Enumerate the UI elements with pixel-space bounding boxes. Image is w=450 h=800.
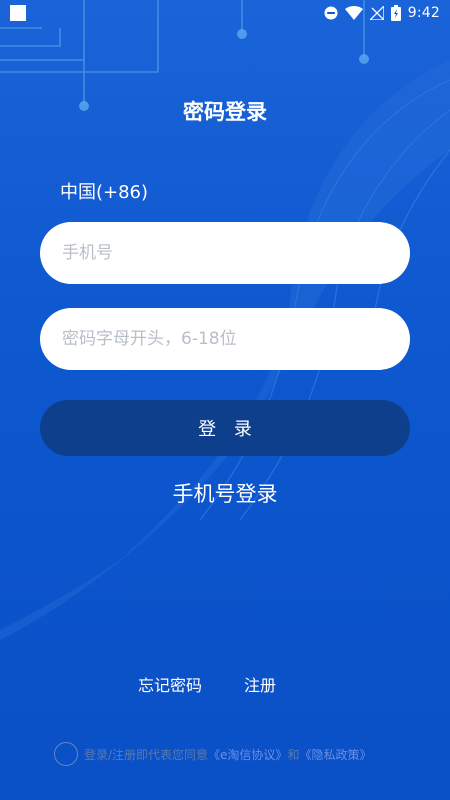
login-screen: 9:42 密码登录 中国(+86) 登 录 手机号登录 忘记密码 注册 登录/注… — [0, 0, 450, 800]
status-icons: 9:42 — [324, 3, 440, 23]
battery-icon — [390, 5, 401, 21]
country-code-selector[interactable]: 中国(+86) — [60, 178, 148, 204]
status-time: 9:42 — [407, 5, 440, 21]
agreement-prefix: 登录/注册即代表您同意 — [84, 747, 209, 762]
login-button[interactable]: 登 录 — [40, 400, 410, 456]
login-button-label: 登 录 — [198, 419, 258, 440]
bottom-links: 忘记密码 注册 — [0, 672, 450, 696]
agreement-conjunction: 和 — [287, 747, 300, 762]
agreement-checkbox[interactable] — [54, 742, 78, 766]
agreement-row: 登录/注册即代表您同意 《e淘信协议》 和 《隐私政策》 — [54, 740, 434, 768]
password-input[interactable] — [40, 308, 410, 370]
phone-login-link[interactable]: 手机号登录 — [0, 478, 450, 508]
phone-input[interactable] — [40, 222, 410, 284]
do-not-disturb-icon — [324, 6, 338, 20]
register-link[interactable]: 注册 — [244, 672, 276, 696]
user-agreement-link[interactable]: 《e淘信协议》 — [208, 746, 287, 763]
status-bar: 9:42 — [0, 0, 450, 26]
page-title: 密码登录 — [183, 100, 267, 124]
wifi-icon — [344, 6, 363, 20]
no-signal-icon — [369, 6, 384, 20]
forgot-password-link[interactable]: 忘记密码 — [138, 672, 202, 696]
app-notification-square-icon — [10, 5, 26, 21]
privacy-policy-link[interactable]: 《隐私政策》 — [299, 746, 371, 763]
